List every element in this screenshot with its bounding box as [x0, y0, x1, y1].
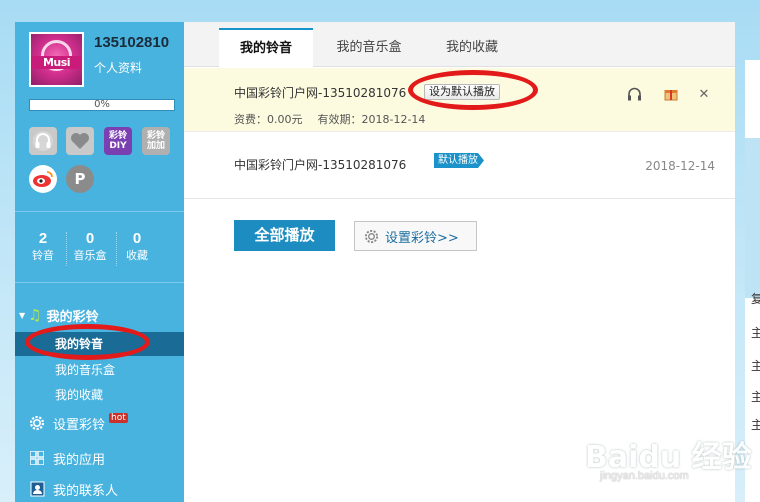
stat-ringtones[interactable]: 2 铃音	[18, 230, 68, 264]
gift-icon[interactable]	[663, 86, 679, 102]
ring-row[interactable]: 中国彩铃门户网-13510281076 默认播放 2018-12-14	[184, 133, 735, 199]
nav-my-apps[interactable]: 我的应用	[29, 447, 179, 469]
profile-link[interactable]: 个人资料	[94, 59, 142, 76]
tab-bar: 我的铃音 我的音乐盒 我的收藏	[184, 22, 735, 68]
background-text: 主	[751, 418, 760, 432]
stat-count: 2	[38, 230, 48, 247]
headphone-icon[interactable]	[626, 86, 642, 102]
username: 135102810	[94, 34, 170, 51]
ring-diy-label: 彩铃 DIY	[108, 131, 127, 151]
stat-label: 音乐盒	[73, 249, 107, 262]
ring-fee: 资费：0.00元	[234, 113, 303, 126]
ring-title: 中国彩铃门户网-13510281076	[234, 158, 407, 172]
nav-section-my-ring[interactable]: ▼ ♫ 我的彩铃	[19, 305, 179, 325]
baidu-watermark-url: jingyan.baidu.com	[600, 470, 689, 482]
background-text: 主	[751, 359, 760, 373]
tab-my-music-box[interactable]: 我的音乐盒	[324, 28, 414, 67]
divider	[15, 282, 184, 283]
play-all-button[interactable]: 全部播放	[234, 220, 335, 251]
tab-my-ringtones[interactable]: 我的铃音	[219, 28, 313, 68]
stat-favorites[interactable]: 0 收藏	[112, 230, 162, 264]
main-panel: 我的铃音 我的音乐盒 我的收藏 中国彩铃门户网-13510281076 设为默认…	[184, 22, 735, 502]
tab-my-favorites[interactable]: 我的收藏	[432, 28, 512, 67]
hot-badge: hot	[109, 413, 128, 423]
avatar-text: Musi	[31, 56, 82, 69]
progress-bar: 0%	[29, 99, 175, 111]
nav-section-title: 我的彩铃	[46, 309, 99, 325]
stat-label: 铃音	[32, 249, 54, 262]
sidebar: Musi 135102810 个人资料 0% 彩铃 DIY 彩铃 加加 P 2 …	[15, 22, 184, 502]
gear-icon	[364, 229, 379, 244]
avatar[interactable]: Musi	[29, 32, 84, 87]
nav-set-ring-label: 设置彩铃	[53, 417, 106, 433]
ring-diy-icon[interactable]: 彩铃 DIY	[104, 127, 132, 155]
stat-count: 0	[132, 230, 142, 247]
p-search-icon[interactable]: P	[66, 165, 94, 193]
nav-my-apps-label: 我的应用	[53, 452, 106, 468]
set-ring-button[interactable]: 设置彩铃>>	[354, 221, 477, 251]
background-text: 主	[751, 326, 760, 340]
nav-my-music-box[interactable]: 我的音乐盒	[15, 358, 184, 382]
ring-date: 2018-12-14	[645, 159, 715, 173]
ring-meta: 资费：0.00元 有效期：2018-12-14	[234, 111, 425, 127]
ring-row[interactable]: 中国彩铃门户网-13510281076 设为默认播放 资费：0.00元 有效期：…	[184, 68, 735, 132]
nav-my-contacts-label: 我的联系人	[53, 483, 119, 499]
default-play-badge: 默认播放	[434, 153, 484, 168]
stat-music-box[interactable]: 0 音乐盒	[65, 230, 115, 264]
weibo-icon[interactable]	[29, 165, 57, 193]
nav-my-ringtones[interactable]: 我的铃音	[15, 332, 184, 356]
ring-add-icon[interactable]: 彩铃 加加	[142, 127, 170, 155]
music-note-icon: ♫	[28, 306, 42, 324]
caret-down-icon: ▼	[19, 310, 26, 320]
divider	[15, 211, 184, 212]
background-panel	[745, 138, 760, 298]
gear-icon	[29, 415, 45, 431]
stat-count: 0	[85, 230, 95, 247]
ring-add-label: 彩铃 加加	[146, 131, 165, 151]
contacts-icon	[29, 481, 45, 497]
apps-grid-icon	[29, 450, 45, 466]
ring-title: 中国彩铃门户网-13510281076	[234, 86, 407, 100]
app-window: Musi 135102810 个人资料 0% 彩铃 DIY 彩铃 加加 P 2 …	[15, 22, 735, 502]
stat-label: 收藏	[126, 249, 148, 262]
heart-icon[interactable]	[66, 127, 94, 155]
set-default-button[interactable]: 设为默认播放	[424, 84, 500, 100]
background-text: 复	[751, 292, 760, 306]
ring-validity: 有效期：2018-12-14	[317, 113, 426, 126]
nav-my-contacts[interactable]: 我的联系人	[29, 478, 179, 500]
close-icon[interactable]: ✕	[696, 86, 712, 102]
background-text: 主	[751, 390, 760, 404]
headset-icon[interactable]	[29, 127, 57, 155]
set-ring-label: 设置彩铃>>	[385, 230, 459, 246]
nav-my-favorites[interactable]: 我的收藏	[15, 383, 184, 407]
nav-set-ring[interactable]: 设置彩铃 hot	[29, 412, 179, 434]
progress-text: 0%	[94, 99, 110, 110]
